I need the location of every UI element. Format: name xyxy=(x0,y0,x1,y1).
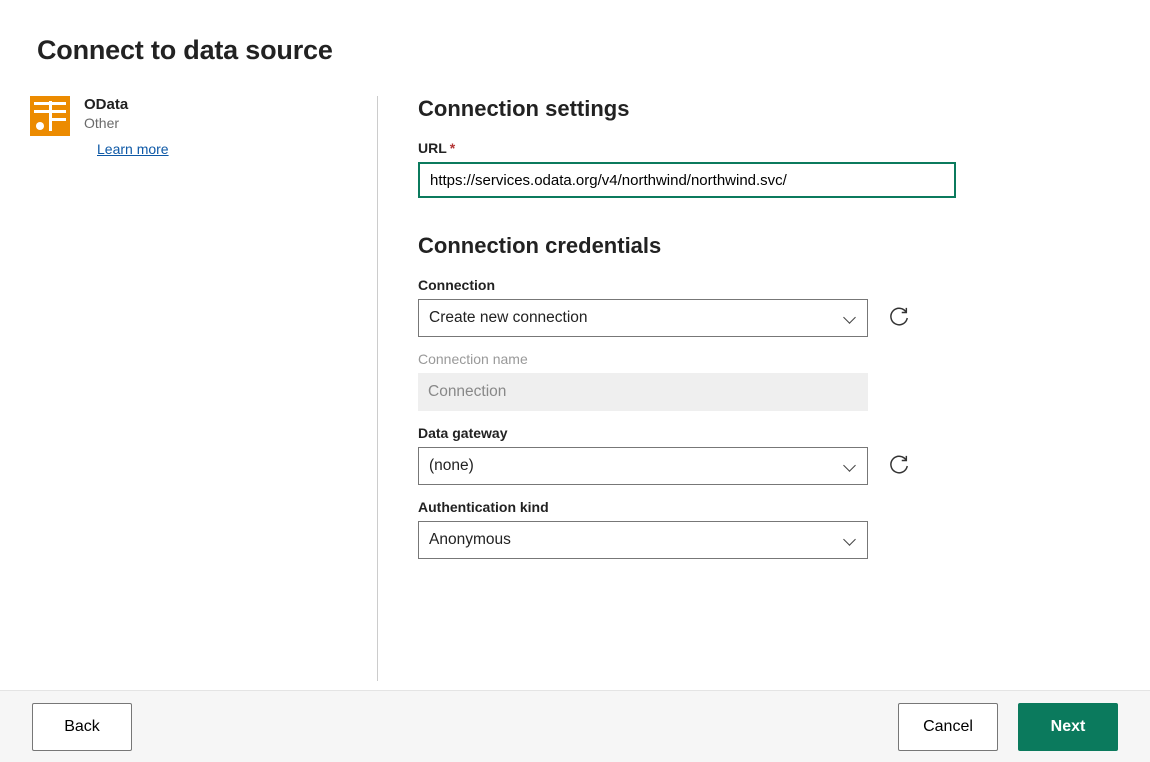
chevron-down-icon xyxy=(843,459,857,473)
data-gateway-value: (none) xyxy=(429,457,474,475)
learn-more-link[interactable]: Learn more xyxy=(97,141,169,157)
source-category: Other xyxy=(84,115,169,131)
sidebar: OData Other Learn more xyxy=(0,96,378,681)
connection-name-input: Connection xyxy=(418,373,868,411)
data-source-item: OData Other Learn more xyxy=(30,96,377,159)
connection-name-label: Connection name xyxy=(418,351,1110,367)
main-panel: Connection settings URL* Connection cred… xyxy=(378,96,1150,681)
cancel-button[interactable]: Cancel xyxy=(898,703,998,751)
refresh-connection-button[interactable] xyxy=(888,307,910,329)
odata-icon xyxy=(30,96,70,136)
chevron-down-icon xyxy=(843,311,857,325)
chevron-down-icon xyxy=(843,533,857,547)
data-gateway-label: Data gateway xyxy=(418,425,1110,441)
page-title: Connect to data source xyxy=(0,0,1150,66)
url-input[interactable] xyxy=(418,162,956,198)
source-name: OData xyxy=(84,96,169,113)
url-label: URL* xyxy=(418,140,1110,156)
refresh-gateway-button[interactable] xyxy=(888,455,910,477)
content-area: OData Other Learn more Connection settin… xyxy=(0,96,1150,681)
data-gateway-select[interactable]: (none) xyxy=(418,447,868,485)
refresh-icon xyxy=(888,455,910,477)
next-button[interactable]: Next xyxy=(1018,703,1118,751)
connection-select-value: Create new connection xyxy=(429,309,588,327)
connection-credentials-heading: Connection credentials xyxy=(418,233,1110,259)
connection-select[interactable]: Create new connection xyxy=(418,299,868,337)
refresh-icon xyxy=(888,307,910,329)
required-indicator: * xyxy=(450,140,455,156)
back-button[interactable]: Back xyxy=(32,703,132,751)
authentication-kind-label: Authentication kind xyxy=(418,499,1110,515)
connection-label: Connection xyxy=(418,277,1110,293)
footer: Back Cancel Next xyxy=(0,690,1150,762)
authentication-kind-select[interactable]: Anonymous xyxy=(418,521,868,559)
connection-settings-heading: Connection settings xyxy=(418,96,1110,122)
authentication-kind-value: Anonymous xyxy=(429,531,511,549)
